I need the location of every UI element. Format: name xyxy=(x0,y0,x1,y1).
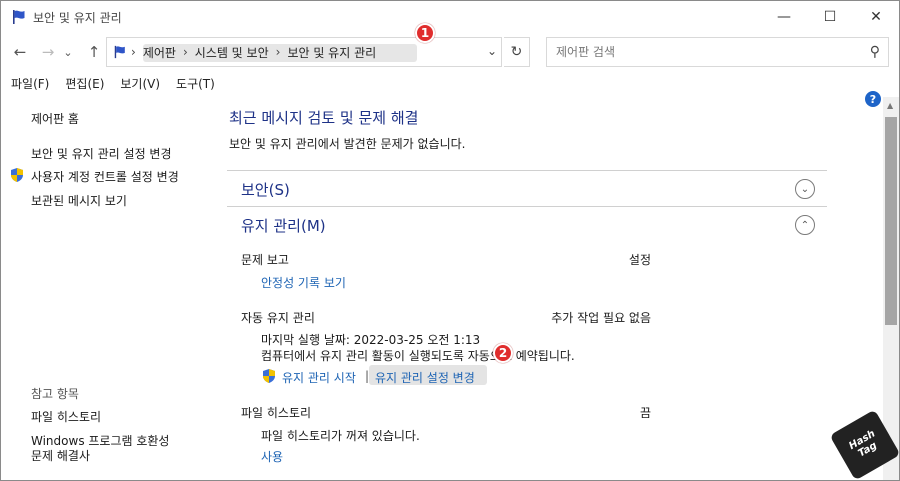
search-box[interactable]: ⚲ xyxy=(546,37,889,67)
breadcrumb: › 제어판 › 시스템 및 보안 › 보안 및 유지 관리 xyxy=(107,38,417,66)
menu-tools[interactable]: 도구(T) xyxy=(166,73,221,95)
vertical-scrollbar[interactable]: ▲ xyxy=(883,97,899,480)
auto-maintenance-status: 추가 작업 필요 없음 xyxy=(551,311,651,325)
recent-locations-icon[interactable]: ⌄ xyxy=(61,40,75,64)
menu-bar: 파일(F) 편집(E) 보기(V) 도구(T) xyxy=(1,73,899,95)
problem-report-status: 설정 xyxy=(628,253,651,267)
page-title: 최근 메시지 검토 및 문제 해결 xyxy=(229,109,419,127)
file-history-label: 파일 히스토리 xyxy=(241,406,312,420)
left-pane: 제어판 홈 보안 및 유지 관리 설정 변경 사용자 계정 컨트롤 설정 변경 … xyxy=(1,97,216,480)
breadcrumb-security-maintenance[interactable]: 보안 및 유지 관리 xyxy=(284,44,379,61)
uac-shield-icon xyxy=(11,168,23,182)
navigation-bar: ← → ⌄ ↑ › 제어판 › 시스템 및 보안 › 보안 및 유지 관리 ⌄ … xyxy=(1,34,899,70)
flag-icon xyxy=(114,45,125,59)
page-subtitle: 보안 및 유지 관리에서 발견한 문제가 없습니다. xyxy=(229,137,466,151)
sidebar-item-control-panel-home[interactable]: 제어판 홈 xyxy=(31,110,79,127)
divider xyxy=(227,170,827,171)
breadcrumb-separator[interactable]: › xyxy=(127,45,140,59)
reliability-history-link[interactable]: 안정성 기록 보기 xyxy=(261,274,346,291)
maximize-button[interactable]: ☐ xyxy=(807,1,853,32)
scrollbar-thumb[interactable] xyxy=(885,117,897,325)
sidebar-item-uac-settings[interactable]: 사용자 계정 컨트롤 설정 변경 xyxy=(31,168,179,185)
divider xyxy=(227,206,827,207)
refresh-icon[interactable]: ↻ xyxy=(504,37,530,67)
menu-file[interactable]: 파일(F) xyxy=(1,73,55,95)
problem-report-label: 문제 보고 xyxy=(241,253,289,267)
schedule-note-text: 컴퓨터에서 유지 관리 활동이 실행되도록 자동으로 예약됩니다. xyxy=(261,349,575,363)
scroll-up-icon[interactable]: ▲ xyxy=(887,101,893,110)
annotation-badge-1: 1 xyxy=(415,23,435,43)
menu-view[interactable]: 보기(V) xyxy=(110,73,166,95)
breadcrumb-separator[interactable]: › xyxy=(272,45,285,59)
breadcrumb-separator[interactable]: › xyxy=(179,45,192,59)
sidebar-item-change-settings[interactable]: 보안 및 유지 관리 설정 변경 xyxy=(31,145,172,162)
chevron-up-icon[interactable]: ⌃ xyxy=(795,215,815,235)
chevron-down-icon[interactable]: ⌄ xyxy=(487,44,497,58)
uac-shield-icon xyxy=(263,369,275,383)
chevron-down-icon[interactable]: ⌄ xyxy=(795,179,815,199)
start-maintenance-link[interactable]: 유지 관리 시작 xyxy=(282,369,356,386)
back-arrow-icon[interactable]: ← xyxy=(9,40,31,64)
window-title: 보안 및 유지 관리 xyxy=(33,11,122,25)
search-input[interactable] xyxy=(547,38,847,66)
control-panel-window: 보안 및 유지 관리 — ☐ ✕ ← → ⌄ ↑ › 제어판 › 시스템 및 보… xyxy=(0,0,900,481)
forward-arrow-icon[interactable]: → xyxy=(37,40,59,64)
see-also-file-history[interactable]: 파일 히스토리 xyxy=(31,408,101,425)
annotation-badge-2: 2 xyxy=(493,343,513,363)
breadcrumb-control-panel[interactable]: 제어판 xyxy=(140,44,179,61)
title-bar: 보안 및 유지 관리 — ☐ ✕ xyxy=(1,1,899,32)
last-run-text: 마지막 실행 날짜: 2022-03-25 오전 1:13 xyxy=(261,333,481,347)
help-icon[interactable]: ? xyxy=(865,91,881,107)
section-security-header[interactable]: 보안(S) xyxy=(241,179,290,200)
auto-maintenance-label: 자동 유지 관리 xyxy=(241,311,315,325)
minimize-button[interactable]: — xyxy=(761,1,807,32)
change-maintenance-settings-link[interactable]: 유지 관리 설정 변경 xyxy=(375,369,475,386)
section-maintenance-header[interactable]: 유지 관리(M) xyxy=(241,215,326,236)
menu-edit[interactable]: 편집(E) xyxy=(55,73,110,95)
flag-icon xyxy=(13,10,25,24)
search-icon[interactable]: ⚲ xyxy=(870,44,880,60)
file-history-note: 파일 히스토리가 꺼져 있습니다. xyxy=(261,429,420,443)
file-history-enable-link[interactable]: 사용 xyxy=(261,448,283,465)
up-arrow-icon[interactable]: ↑ xyxy=(83,40,105,64)
main-content: 최근 메시지 검토 및 문제 해결 보안 및 유지 관리에서 발견한 문제가 없… xyxy=(227,97,883,480)
breadcrumb-system-security[interactable]: 시스템 및 보안 xyxy=(192,44,272,61)
file-history-status: 끔 xyxy=(639,406,651,420)
close-button[interactable]: ✕ xyxy=(853,1,899,32)
see-also-heading: 참고 항목 xyxy=(31,387,79,401)
address-bar[interactable]: › 제어판 › 시스템 및 보안 › 보안 및 유지 관리 ⌄ xyxy=(106,37,502,67)
sidebar-item-archived-messages[interactable]: 보관된 메시지 보기 xyxy=(31,192,127,209)
see-also-troubleshooter[interactable]: 문제 해결사 xyxy=(31,447,90,464)
